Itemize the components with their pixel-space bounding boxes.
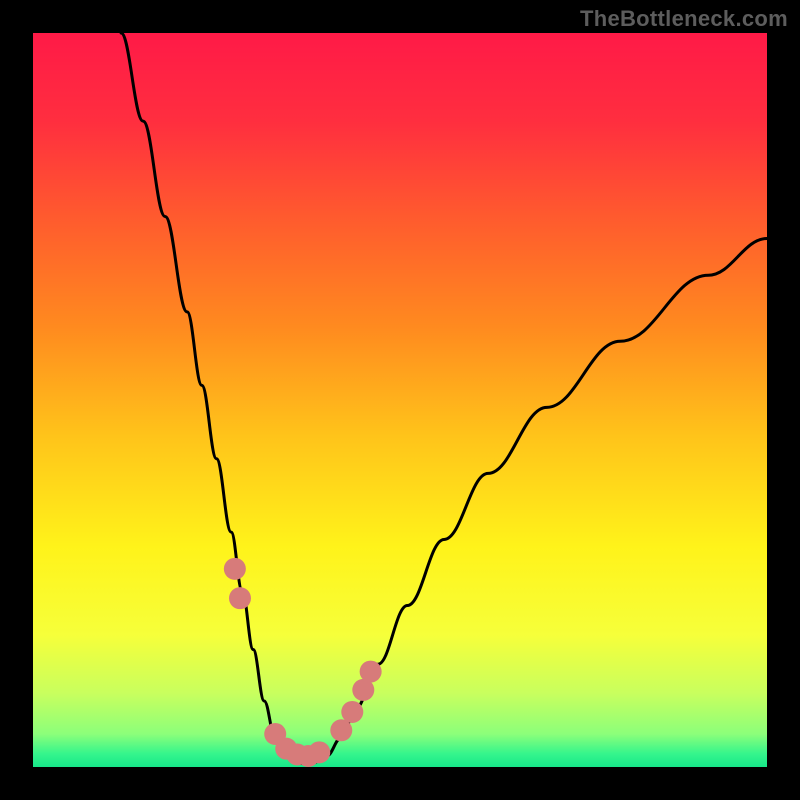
chart-stage: TheBottleneck.com — [0, 0, 800, 800]
marker-dot — [330, 719, 352, 741]
marker-dot — [224, 558, 246, 580]
marker-dot — [229, 587, 251, 609]
watermark-text: TheBottleneck.com — [580, 6, 788, 32]
gradient-background — [33, 33, 767, 767]
bottleneck-chart — [0, 0, 800, 800]
marker-dot — [360, 661, 382, 683]
marker-dot — [341, 701, 363, 723]
marker-dot — [308, 741, 330, 763]
